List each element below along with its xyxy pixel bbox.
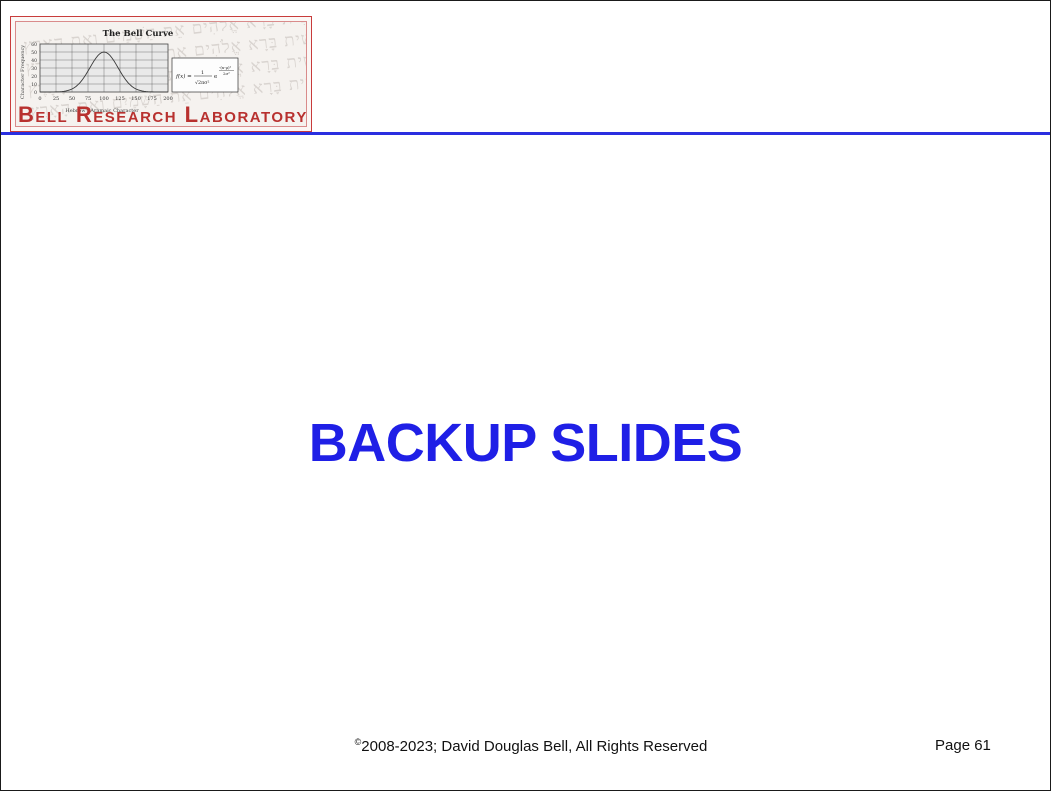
page-number: Page 61 xyxy=(935,737,991,754)
chart-y-tick-label: 60 xyxy=(31,42,37,48)
slide: בְּרֵאשִׁית בָּרָא אֱלֹהִים אֵת הַשָּׁמַ… xyxy=(0,0,1051,791)
chart-y-ticks: 60 50 40 30 20 10 0 xyxy=(31,42,37,96)
header-logo: בְּרֵאשִׁית בָּרָא אֱלֹהִים אֵת הַשָּׁמַ… xyxy=(10,16,312,132)
chart-y-tick-label: 30 xyxy=(31,66,37,72)
formula-box: f(x) = 1 √2πσ² e -(x-μ)² 2σ² xyxy=(171,57,239,93)
svg-text:1: 1 xyxy=(201,70,204,76)
chart-y-tick-label: 0 xyxy=(34,90,37,96)
copyright-text: 2008-2023; David Douglas Bell, All Right… xyxy=(361,738,708,755)
svg-text:-(x-μ)²: -(x-μ)² xyxy=(219,65,232,70)
svg-text:2σ²: 2σ² xyxy=(223,71,230,76)
chart-y-tick-label: 50 xyxy=(31,50,37,56)
header-rule xyxy=(1,132,1050,135)
slide-title: BACKUP SLIDES xyxy=(308,413,743,473)
chart-y-tick-label: 20 xyxy=(31,74,37,80)
logo-panel: בְּרֵאשִׁית בָּרָא אֱלֹהִים אֵת הַשָּׁמַ… xyxy=(15,21,307,127)
svg-text:f(x) =: f(x) = xyxy=(175,73,192,80)
lab-name: Bell Research Laboratory xyxy=(18,102,307,127)
chart-y-tick-label: 10 xyxy=(31,82,37,88)
chart-y-tick-label: 40 xyxy=(31,58,37,64)
chart-title: The Bell Curve xyxy=(103,29,174,39)
svg-text:√2πσ²: √2πσ² xyxy=(195,80,210,86)
chart-ylabel: Character Frequency xyxy=(20,45,26,99)
svg-text:e: e xyxy=(214,74,217,80)
chart-plot-area xyxy=(39,43,169,93)
copyright-footer: ©2008-2023; David Douglas Bell, All Righ… xyxy=(321,737,741,755)
